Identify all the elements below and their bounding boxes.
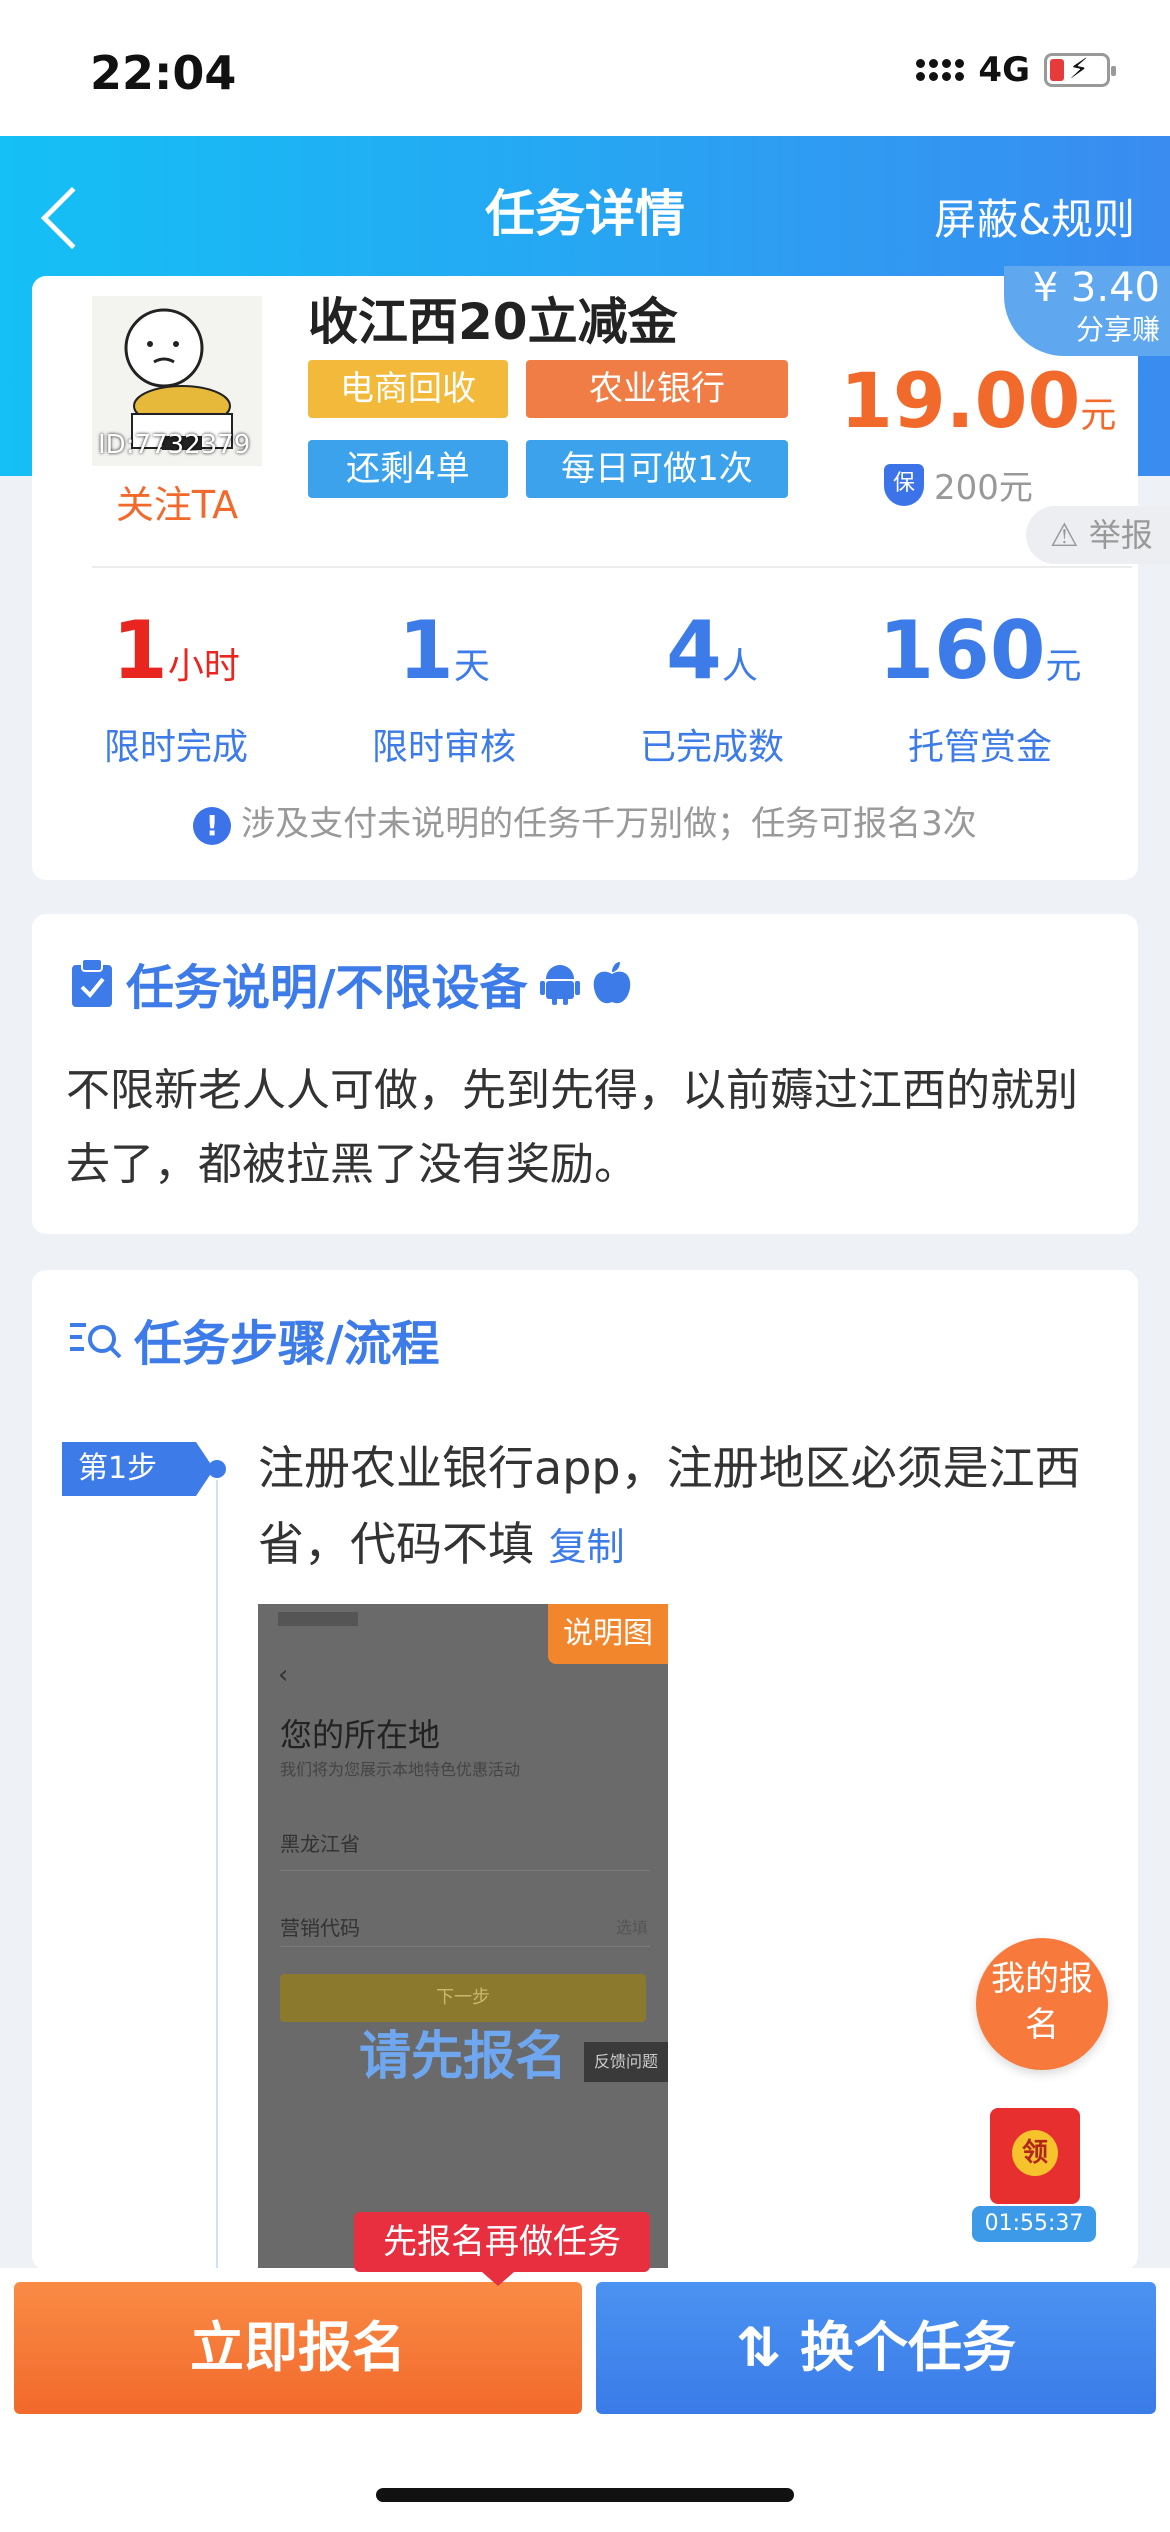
stat-escrow-reward: 160元 托管赏金: [850, 606, 1110, 770]
stat-value: 4人: [666, 604, 758, 697]
tag-daily-limit: 每日可做1次: [526, 440, 788, 498]
home-indicator: [376, 2488, 794, 2502]
deposit: 保 200元: [884, 460, 1033, 509]
screenshot-province: 黑龙江省: [280, 1832, 360, 1856]
task-description-card: 任务说明/不限设备 不限新老人人可做，先到先得，以前薅过江西的就别去了，都被拉黑…: [32, 914, 1138, 1234]
step-text: 注册农业银行app，注册地区必须是江西省，代码不填 复制: [258, 1441, 1081, 1571]
stat-review-time: 1天 限时审核: [314, 606, 574, 770]
steps-title: 任务步骤/流程: [70, 1304, 440, 1374]
timeline-dot: [208, 1460, 226, 1478]
tag-category: 电商回收: [308, 360, 508, 418]
switch-task-button[interactable]: ⇅ 换个任务: [596, 2282, 1156, 2414]
screenshot-hint: 我们将为您展示本地特色优惠活动: [280, 1760, 521, 1779]
description-title: 任务说明/不限设备: [70, 948, 632, 1018]
notice-text: 涉及支付未说明的任务千万别做；任务可报名3次: [241, 804, 977, 844]
screenshot-status: [278, 1612, 358, 1626]
copy-button[interactable]: 复制: [549, 1525, 625, 1569]
stat-label: 限时审核: [371, 727, 516, 768]
stat-label: 已完成数: [639, 727, 784, 768]
tag-remaining: 还剩4单: [308, 440, 508, 498]
screenshot-code-hint: 选填: [615, 1918, 648, 1937]
share-earn-button[interactable]: ¥ 3.40 分享赚: [1004, 266, 1170, 356]
stat-value: 1小时: [112, 604, 240, 697]
stat-value: 160元: [878, 604, 1082, 697]
task-summary-card: ID:7732379 关注TA 收江西20立减金 电商回收 农业银行 还剩4单 …: [32, 266, 1170, 880]
task-price: 19.00元: [840, 356, 1116, 445]
info-icon: !: [193, 806, 232, 845]
stat-complete-time: 1小时 限时完成: [46, 606, 306, 770]
signup-tip: 先报名再做任务: [354, 2212, 650, 2286]
chevron-left-icon: ‹: [278, 1660, 289, 1690]
signup-button[interactable]: 立即报名: [14, 2282, 582, 2414]
countdown-timer: 01:55:37: [972, 2206, 1096, 2242]
block-rules-button[interactable]: 屏蔽&规则: [934, 186, 1135, 247]
swap-icon: ⇅: [735, 2316, 782, 2379]
battery-icon: ⚡: [1044, 52, 1116, 87]
task-title: 收江西20立减金: [308, 293, 678, 351]
price-unit: 元: [1080, 395, 1117, 436]
my-signup-button[interactable]: 我的报名: [976, 1938, 1108, 2070]
shield-icon: 保: [884, 463, 924, 506]
signal-icon: [916, 59, 965, 81]
deposit-value: 200元: [934, 468, 1033, 508]
android-icon: [539, 965, 580, 1005]
clipboard-icon: [72, 958, 112, 1007]
apple-icon: [593, 962, 630, 1004]
divider: [280, 1946, 650, 1947]
step-screenshot[interactable]: 说明图 ‹ 您的所在地 我们将为您展示本地特色优惠活动 黑龙江省 营销代码 选填…: [258, 1604, 668, 2284]
notice: ! 涉及支付未说明的任务千万别做；任务可报名3次: [32, 796, 1138, 845]
stat-label: 限时完成: [103, 727, 248, 768]
description-text: 不限新老人人可做，先到先得，以前薅过江西的就别去了，都被拉黑了没有奖励。: [66, 1065, 1078, 1190]
report-button[interactable]: ⚠ 举报: [1026, 506, 1170, 564]
step-badge: 第1步: [62, 1442, 214, 1496]
stat-completed-count: 4人 已完成数: [582, 606, 842, 770]
screenshot-label: 说明图: [548, 1604, 668, 1664]
report-label: 举报: [1088, 516, 1153, 554]
avatar-id: ID:7732379: [98, 430, 251, 460]
divider: [280, 1870, 650, 1871]
warning-icon: ⚠: [1050, 516, 1079, 554]
tag-bank: 农业银行: [526, 360, 788, 418]
search-list-icon: [70, 1323, 122, 1359]
share-label: 分享赚: [1075, 313, 1160, 346]
stat-value: 1天: [398, 604, 490, 697]
stat-label: 托管赏金: [907, 727, 1052, 768]
divider: [92, 566, 1132, 568]
price-value: 19.00: [840, 356, 1081, 445]
network-label: 4G: [978, 50, 1030, 90]
avatar[interactable]: ID:7732379: [92, 296, 262, 466]
share-amount: ¥ 3.40: [1032, 265, 1160, 311]
screenshot-code: 营销代码: [280, 1916, 360, 1940]
status-time: 22:04: [90, 46, 237, 100]
screenshot-heading: 您的所在地: [280, 1716, 441, 1754]
red-envelope-button[interactable]: 领: [970, 2108, 1100, 2218]
screenshot-feedback: 反馈问题: [584, 2042, 668, 2082]
timeline-line: [216, 1480, 218, 2280]
status-right: 4G ⚡: [916, 50, 1116, 90]
red-envelope-icon: 领: [990, 2108, 1080, 2204]
status-bar: 22:04 4G ⚡: [0, 0, 1170, 136]
follow-button[interactable]: 关注TA: [92, 474, 262, 529]
